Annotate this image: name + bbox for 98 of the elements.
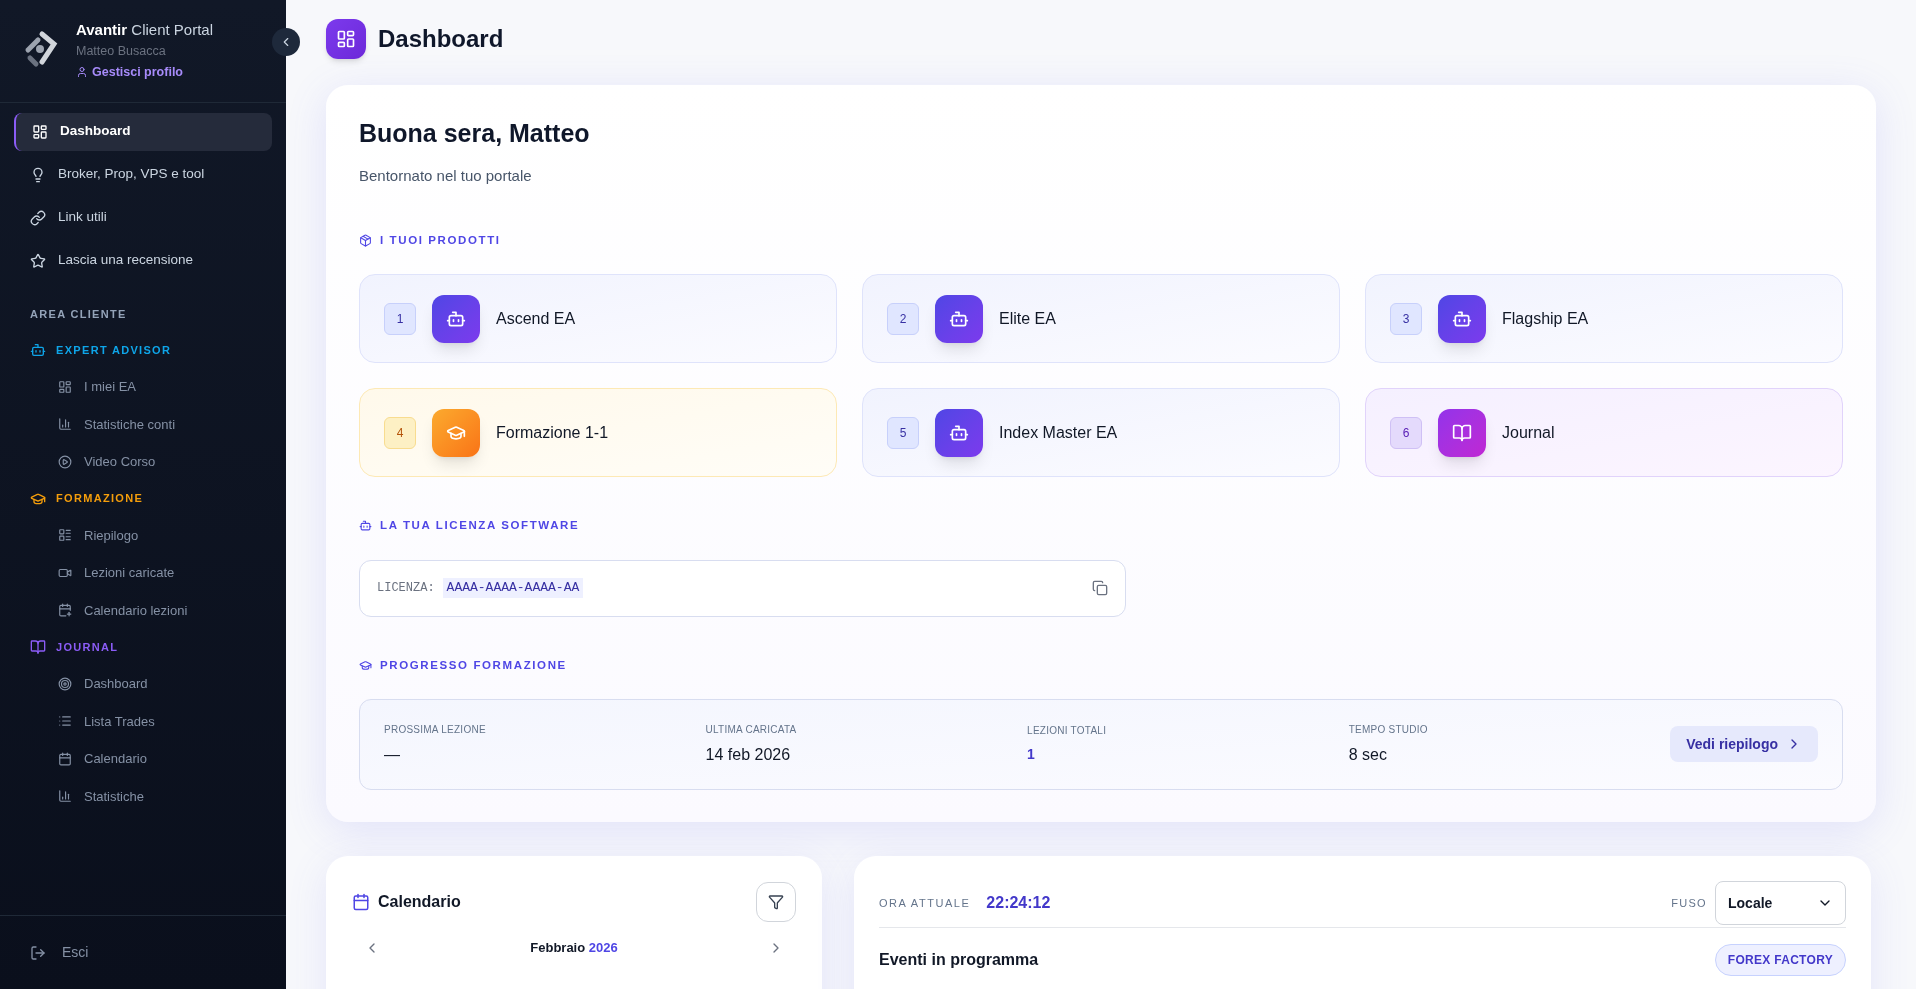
dashboard-icon bbox=[32, 123, 48, 140]
nav-subitem[interactable]: I miei EA bbox=[0, 368, 286, 406]
calendar-icon bbox=[58, 603, 72, 618]
nav-item[interactable]: Link utili bbox=[14, 198, 272, 237]
copy-icon bbox=[1092, 580, 1108, 596]
robot-icon bbox=[432, 294, 480, 343]
product-number: 2 bbox=[887, 302, 919, 335]
collapse-sidebar-button[interactable] bbox=[272, 28, 300, 56]
list-icon bbox=[58, 528, 72, 543]
dashboard-icon bbox=[326, 18, 366, 59]
target-icon bbox=[58, 676, 72, 691]
link-icon bbox=[30, 209, 46, 226]
logout-icon bbox=[30, 944, 46, 961]
nav-subitem[interactable]: Statistiche bbox=[0, 777, 286, 815]
year-label: 2026 bbox=[588, 939, 618, 955]
product-name: Index Master EA bbox=[999, 422, 1118, 443]
product-card[interactable]: 6 Journal bbox=[1365, 388, 1843, 478]
package-icon bbox=[359, 234, 372, 248]
bar-chart-icon bbox=[58, 417, 72, 432]
robot-icon bbox=[1438, 294, 1486, 343]
product-name: Journal bbox=[1502, 422, 1555, 443]
stat-value-link[interactable]: 1 bbox=[1027, 744, 1349, 766]
nav-item[interactable]: Lascia una recensione bbox=[14, 241, 272, 280]
license-label: LICENZA: bbox=[377, 580, 435, 597]
list-icon bbox=[58, 714, 72, 729]
page-title: Dashboard bbox=[378, 23, 504, 54]
nav-subitem[interactable]: Calendario lezioni bbox=[0, 591, 286, 629]
product-number: 4 bbox=[384, 416, 416, 449]
nav-subitem[interactable]: Calendario bbox=[0, 740, 286, 778]
stat-label: ULTIMA CARICATA bbox=[705, 722, 798, 737]
star-icon bbox=[30, 252, 46, 269]
stat-value: 14 feb 2026 bbox=[705, 744, 792, 765]
product-name: Flagship EA bbox=[1502, 308, 1589, 329]
brand-name: Avantir bbox=[76, 21, 128, 38]
product-card[interactable]: 3 Flagship EA bbox=[1365, 274, 1843, 364]
greeting: Buona sera, Matteo bbox=[359, 118, 591, 149]
stat-value: — bbox=[384, 744, 401, 765]
nav-subitem[interactable]: Riepilogo bbox=[0, 516, 286, 554]
source-badge: FOREX FACTORY bbox=[1714, 943, 1846, 976]
brand-subtitle: Client Portal bbox=[131, 21, 213, 38]
welcome-subtitle: Bentornato nel tuo portale bbox=[359, 165, 533, 186]
stat-value: 8 sec bbox=[1348, 744, 1388, 765]
view-summary-button[interactable]: Vedi riepilogo bbox=[1670, 726, 1818, 763]
nav-item[interactable]: Dashboard bbox=[14, 112, 272, 151]
user-name: Matteo Busacca bbox=[76, 43, 167, 60]
manage-profile-link[interactable]: Gestisci profilo bbox=[76, 62, 213, 82]
user-icon bbox=[76, 66, 88, 79]
logout-link[interactable]: Esci bbox=[30, 942, 89, 963]
play-icon bbox=[58, 454, 72, 469]
robot-icon bbox=[935, 294, 983, 343]
bar-chart-icon bbox=[58, 789, 72, 804]
stat-label: LEZIONI TOTALI bbox=[1027, 724, 1108, 739]
filter-button[interactable] bbox=[756, 881, 796, 922]
nav-subitem[interactable]: Dashboard bbox=[0, 665, 286, 703]
book-icon bbox=[1438, 408, 1486, 457]
group-title: EXPERT ADVISOR bbox=[56, 342, 172, 358]
nav-item[interactable]: Broker, Prop, VPS e tool bbox=[14, 155, 272, 194]
license-key: AAAA-AAAA-AAAA-AA bbox=[442, 578, 584, 598]
copy-button[interactable] bbox=[1092, 580, 1108, 596]
section-heading: LA TUA LICENZA SOFTWARE bbox=[380, 518, 580, 534]
graduation-cap-icon bbox=[432, 408, 480, 457]
graduation-cap-icon bbox=[359, 658, 372, 672]
product-card[interactable]: 2 Elite EA bbox=[862, 274, 1340, 364]
lightbulb-icon bbox=[30, 166, 46, 183]
nav-subitem[interactable]: Lista Trades bbox=[0, 702, 286, 740]
current-time: 22:24:12 bbox=[986, 893, 1051, 914]
calendar-title: Calendario bbox=[378, 891, 461, 912]
group-title: FORMAZIONE bbox=[56, 491, 144, 507]
product-number: 3 bbox=[1390, 302, 1422, 335]
robot-icon bbox=[359, 519, 372, 533]
grid-icon bbox=[58, 379, 72, 394]
nav-subitem[interactable]: Video Corso bbox=[0, 443, 286, 481]
section-label: AREA CLIENTE bbox=[29, 306, 128, 322]
filter-icon bbox=[768, 893, 784, 910]
nav-subitem[interactable]: Lezioni caricate bbox=[0, 554, 286, 592]
stat-label: PROSSIMA LEZIONE bbox=[384, 722, 487, 737]
events-title: Eventi in programma bbox=[879, 949, 1039, 970]
product-card[interactable]: 1 Ascend EA bbox=[359, 274, 837, 364]
section-heading: PROGRESSO FORMAZIONE bbox=[380, 657, 567, 673]
product-name: Ascend EA bbox=[496, 308, 576, 329]
current-time-label: ORA ATTUALE bbox=[879, 896, 971, 911]
timezone-select[interactable]: Locale bbox=[1715, 881, 1846, 926]
product-name: Formazione 1-1 bbox=[496, 422, 609, 443]
robot-icon bbox=[935, 408, 983, 457]
nav-subitem[interactable]: Statistiche conti bbox=[0, 405, 286, 443]
product-number: 1 bbox=[384, 302, 416, 335]
group-title: JOURNAL bbox=[56, 639, 119, 655]
product-card[interactable]: 4 Formazione 1-1 bbox=[359, 388, 837, 478]
product-number: 5 bbox=[887, 416, 919, 449]
product-number: 6 bbox=[1390, 416, 1422, 449]
product-card[interactable]: 5 Index Master EA bbox=[862, 388, 1340, 478]
product-name: Elite EA bbox=[999, 308, 1056, 329]
section-heading: I TUOI PRODOTTI bbox=[380, 233, 501, 248]
calendar-icon bbox=[352, 892, 370, 911]
stat-label: TEMPO STUDIO bbox=[1348, 722, 1429, 737]
calendar-icon bbox=[58, 751, 72, 766]
month-label: Febbraio bbox=[530, 939, 586, 955]
timezone-label: FUSO bbox=[1671, 896, 1707, 911]
